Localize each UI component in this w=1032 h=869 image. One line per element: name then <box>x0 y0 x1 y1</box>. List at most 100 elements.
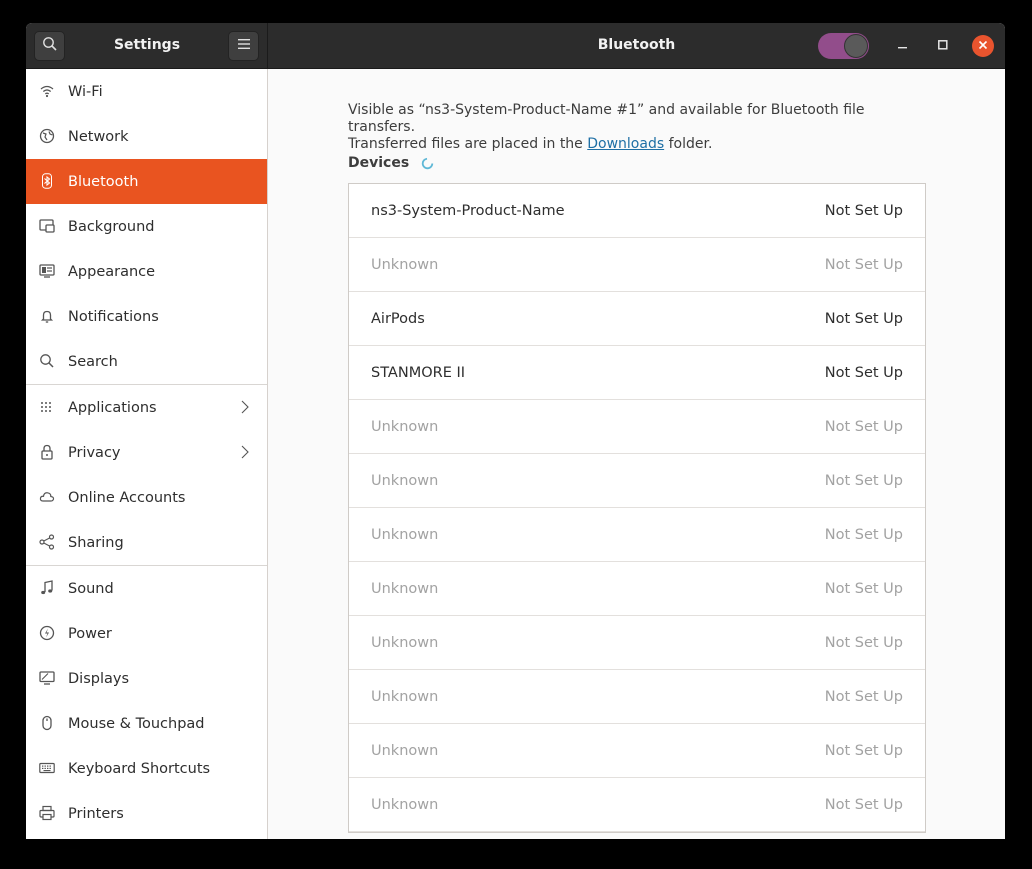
device-row[interactable]: Unknown Not Set Up <box>349 616 925 670</box>
devices-header: Devices <box>348 155 434 171</box>
sidebar-item-privacy[interactable]: Privacy <box>26 430 267 475</box>
downloads-link[interactable]: Downloads <box>587 136 664 152</box>
sidebar-item-search[interactable]: Search <box>26 339 267 384</box>
bluetooth-panel: Visible as “ns3-System-Product-Name #1” … <box>269 69 1005 839</box>
sidebar-item-appearance[interactable]: Appearance <box>26 249 267 294</box>
device-row[interactable]: Unknown Not Set Up <box>349 778 925 832</box>
sidebar-item-network[interactable]: Network <box>26 114 267 159</box>
device-row[interactable]: Unknown Not Set Up <box>349 400 925 454</box>
bell-icon <box>39 308 55 324</box>
header-bar: Settings Bluetooth <box>26 23 1005 69</box>
device-status: Not Set Up <box>824 526 903 543</box>
power-icon <box>39 625 55 641</box>
transfer-text-pre: Transferred files are placed in the <box>348 136 588 152</box>
sidebar-item-label: Wi-Fi <box>68 83 103 100</box>
sidebar-item-sharing[interactable]: Sharing <box>26 520 267 565</box>
sidebar-item-mouse-touchpad[interactable]: Mouse & Touchpad <box>26 701 267 746</box>
bluetooth-toggle[interactable] <box>818 33 869 59</box>
device-row[interactable]: Unknown Not Set Up <box>349 454 925 508</box>
device-name: Unknown <box>371 688 439 705</box>
close-button[interactable] <box>972 35 994 57</box>
settings-window: Settings Bluetooth Wi-Fi Network Bluetoo… <box>26 23 1005 839</box>
bluetooth-icon <box>39 173 55 189</box>
sidebar-item-power[interactable]: Power <box>26 611 267 656</box>
device-row[interactable]: AirPods Not Set Up <box>349 292 925 346</box>
sidebar-item-label: Applications <box>68 399 157 416</box>
device-list: ns3-System-Product-Name Not Set Up Unknow… <box>348 183 926 833</box>
sidebar-item-label: Power <box>68 625 112 642</box>
device-status: Not Set Up <box>824 688 903 705</box>
sidebar-item-label: Network <box>68 128 129 145</box>
sidebar-item-keyboard-shortcuts[interactable]: Keyboard Shortcuts <box>26 746 267 791</box>
sidebar-item-sound[interactable]: Sound <box>26 566 267 611</box>
share-icon <box>39 534 55 550</box>
sidebar-item-label: Bluetooth <box>68 173 139 190</box>
device-status: Not Set Up <box>824 742 903 759</box>
sidebar-item-wifi[interactable]: Wi-Fi <box>26 69 267 114</box>
sidebar-item-label: Mouse & Touchpad <box>68 715 205 732</box>
sidebar-item-label: Appearance <box>68 263 156 280</box>
sidebar-item-label: Displays <box>68 670 130 687</box>
device-status: Not Set Up <box>824 634 903 651</box>
device-row[interactable]: STANMORE II Not Set Up <box>349 346 925 400</box>
chevron-right-icon <box>241 400 249 418</box>
device-row[interactable]: Unknown Not Set Up <box>349 724 925 778</box>
maximize-icon <box>938 38 948 54</box>
mouse-icon <box>39 715 55 731</box>
keyboard-icon <box>39 760 55 776</box>
device-name: Unknown <box>371 526 439 543</box>
device-row[interactable]: Unknown Not Set Up <box>349 508 925 562</box>
appearance-icon <box>39 263 55 279</box>
device-row[interactable]: Unknown Not Set Up <box>349 238 925 292</box>
music-note-icon <box>39 580 55 596</box>
maximize-button[interactable] <box>932 35 954 57</box>
device-name: Unknown <box>371 256 439 273</box>
device-status: Not Set Up <box>824 202 903 219</box>
search-icon <box>39 353 55 369</box>
sidebar-item-applications[interactable]: Applications <box>26 385 267 430</box>
chevron-right-icon <box>241 445 249 463</box>
menu-button[interactable] <box>228 31 259 61</box>
sidebar-item-label: Sharing <box>68 534 124 551</box>
device-row[interactable]: Unknown Not Set Up <box>349 670 925 724</box>
device-status: Not Set Up <box>824 418 903 435</box>
sidebar-item-label: Keyboard Shortcuts <box>68 760 211 777</box>
sidebar-item-background[interactable]: Background <box>26 204 267 249</box>
device-name: AirPods <box>371 310 425 327</box>
sidebar-item-printers[interactable]: Printers <box>26 791 267 836</box>
device-name: Unknown <box>371 418 439 435</box>
sidebar-item-label: Notifications <box>68 308 159 325</box>
device-name: Unknown <box>371 472 439 489</box>
device-row[interactable]: ns3-System-Product-Name Not Set Up <box>349 184 925 238</box>
cloud-icon <box>39 489 55 505</box>
sidebar-item-label: Privacy <box>68 444 121 461</box>
device-name: STANMORE II <box>371 364 466 381</box>
device-row[interactable]: Unknown Not Set Up <box>349 562 925 616</box>
device-name: Unknown <box>371 634 439 651</box>
sidebar-item-notifications[interactable]: Notifications <box>26 294 267 339</box>
apps-grid-icon <box>39 399 55 415</box>
lock-icon <box>39 444 55 460</box>
transfer-info: Transferred files are placed in the Down… <box>348 136 928 153</box>
minimize-button[interactable] <box>892 35 914 57</box>
device-name: Unknown <box>371 742 439 759</box>
minimize-icon <box>898 38 908 54</box>
sidebar-item-online-accounts[interactable]: Online Accounts <box>26 475 267 520</box>
sidebar-header: Settings <box>26 23 268 69</box>
printer-icon <box>39 805 55 821</box>
device-name: ns3-System-Product-Name <box>371 202 565 219</box>
background-icon <box>39 218 55 234</box>
sidebar-item-displays[interactable]: Displays <box>26 656 267 701</box>
device-status: Not Set Up <box>824 796 903 813</box>
devices-heading: Devices <box>348 155 410 171</box>
device-name: Unknown <box>371 580 439 597</box>
device-status: Not Set Up <box>824 472 903 489</box>
toggle-knob <box>844 34 868 58</box>
hamburger-menu-icon <box>237 38 250 54</box>
network-globe-icon <box>39 128 55 144</box>
sidebar: Wi-Fi Network Bluetooth Background Appea… <box>26 69 268 839</box>
sidebar-item-bluetooth[interactable]: Bluetooth <box>26 159 267 204</box>
device-status: Not Set Up <box>824 256 903 273</box>
sidebar-item-label: Printers <box>68 805 124 822</box>
sidebar-item-label: Search <box>68 353 118 370</box>
